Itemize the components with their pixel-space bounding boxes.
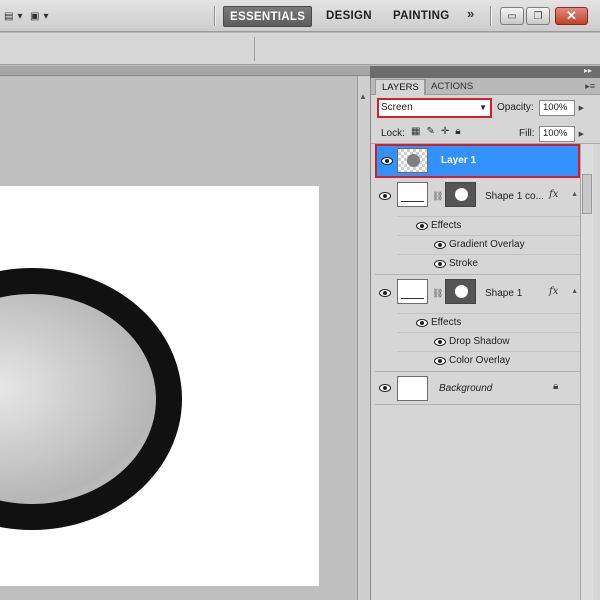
layer-row-shape-1-copy[interactable]: ⛓ Shape 1 co... fx ▲ Effects Gradient Ov… xyxy=(375,179,580,275)
screen-mode-icon: ▣ xyxy=(30,10,40,22)
link-chain-icon[interactable]: ⛓ xyxy=(432,191,443,202)
layer-thumbnail xyxy=(397,376,428,401)
visibility-eye-icon[interactable] xyxy=(376,189,394,203)
lock-label: Lock: xyxy=(381,128,405,139)
appbar-divider xyxy=(490,6,492,26)
layer-name[interactable]: Background xyxy=(439,383,492,394)
visibility-eye-icon[interactable] xyxy=(431,257,449,271)
panel-tabs: LAYERS ACTIONS ▸≡ xyxy=(371,78,600,95)
visibility-eye-icon[interactable] xyxy=(376,381,394,395)
lock-transparent-icon[interactable]: ▦ xyxy=(411,126,420,137)
layer-row-layer-1[interactable]: Layer 1 xyxy=(375,144,580,178)
screen-mode-dropdown[interactable]: ▣ ▾ xyxy=(30,7,48,25)
restore-icon: ❐ xyxy=(533,10,543,22)
fill-input[interactable]: 100% ▶ xyxy=(539,126,584,142)
tab-actions[interactable]: ACTIONS xyxy=(424,79,479,95)
lock-icon: 🔒︎ xyxy=(553,381,559,392)
blend-mode-select[interactable]: Screen ▼ xyxy=(377,98,492,118)
document-area xyxy=(0,76,370,600)
restore-button[interactable]: ❐ xyxy=(526,7,550,25)
effects-label: Effects xyxy=(431,317,462,328)
layer-name[interactable]: Layer 1 xyxy=(441,155,476,166)
effects-fx-icon[interactable]: fx xyxy=(549,286,558,297)
application-bar: ▤ ▾ ▣ ▾ ESSENTIALS DESIGN PAINTING » ▭ ❐ ✕ xyxy=(0,0,600,32)
layers-panel: LAYERS ACTIONS ▸≡ Screen ▼ Opacity: 100%… xyxy=(370,78,600,600)
chevron-down-icon: ▼ xyxy=(479,103,487,112)
effects-fx-icon[interactable]: fx xyxy=(549,189,558,200)
arrange-icon: ▤ xyxy=(4,10,14,22)
visibility-eye-icon[interactable] xyxy=(413,219,431,233)
arrange-documents-dropdown[interactable]: ▤ ▾ xyxy=(4,7,22,25)
effect-row-color-overlay[interactable]: Color Overlay xyxy=(397,351,580,370)
chevron-right-icon[interactable]: ▶ xyxy=(579,128,584,142)
opacity-value: 100% xyxy=(543,102,568,113)
scroll-up-icon[interactable]: ▲ xyxy=(359,92,367,101)
chevron-right-icon[interactable]: ▶ xyxy=(579,102,584,116)
layer-row-shape-1[interactable]: ⛓ Shape 1 fx ▲ Effects Drop Shadow Color… xyxy=(375,276,580,372)
minimize-button[interactable]: ▭ xyxy=(500,7,524,25)
visibility-eye-icon[interactable] xyxy=(376,286,394,300)
vector-mask-thumbnail xyxy=(445,182,476,207)
document-tab-strip xyxy=(0,66,370,76)
lock-all-icon[interactable]: 🔒︎ xyxy=(455,126,460,137)
workspace-essentials-button[interactable]: ESSENTIALS xyxy=(223,6,313,27)
workspace-painting-button[interactable]: PAINTING xyxy=(387,6,456,27)
document-vertical-scrollbar[interactable]: ▲ xyxy=(357,76,370,600)
lock-position-icon[interactable]: ✛ xyxy=(441,126,449,137)
fill-value: 100% xyxy=(543,128,568,139)
layer-row-background[interactable]: Background 🔒︎ xyxy=(375,373,580,405)
effect-name: Stroke xyxy=(449,258,478,269)
more-workspaces-button[interactable]: » xyxy=(467,6,474,21)
chevron-down-icon: ▾ xyxy=(43,10,49,22)
black-ring-shape xyxy=(0,268,182,530)
layers-panel-scrollbar[interactable] xyxy=(580,144,593,600)
visibility-eye-icon[interactable] xyxy=(431,335,449,349)
collapse-panels-icon[interactable]: ▸▸ xyxy=(584,66,592,75)
effect-row-drop-shadow[interactable]: Drop Shadow xyxy=(397,332,580,351)
vector-mask-thumbnail xyxy=(445,279,476,304)
blend-mode-value: Screen xyxy=(381,102,413,113)
effects-group-row[interactable]: Effects xyxy=(397,313,580,332)
tab-layers[interactable]: LAYERS xyxy=(375,79,426,95)
layer-thumbnail xyxy=(397,182,428,207)
layer-thumbnail xyxy=(397,279,428,304)
effect-row-stroke[interactable]: Stroke xyxy=(397,254,580,273)
effects-label: Effects xyxy=(431,220,462,231)
effects-group-row[interactable]: Effects xyxy=(397,216,580,235)
effect-name: Color Overlay xyxy=(449,355,511,366)
fill-label: Fill: xyxy=(519,128,535,139)
scrollbar-thumb[interactable] xyxy=(582,174,592,214)
layer-thumbnail xyxy=(397,148,428,173)
layer-name[interactable]: Shape 1 xyxy=(485,288,522,299)
canvas[interactable] xyxy=(0,186,319,586)
panel-menu-icon[interactable]: ▸≡ xyxy=(585,81,595,92)
effect-name: Drop Shadow xyxy=(449,336,510,347)
visibility-eye-icon[interactable] xyxy=(378,154,396,168)
opacity-input[interactable]: 100% ▶ xyxy=(539,100,584,116)
collapse-effects-icon[interactable]: ▲ xyxy=(571,191,578,198)
effect-row-gradient-overlay[interactable]: Gradient Overlay xyxy=(397,235,580,254)
visibility-eye-icon[interactable] xyxy=(431,238,449,252)
collapse-effects-icon[interactable]: ▲ xyxy=(571,288,578,295)
lock-image-icon[interactable]: ✎ xyxy=(426,126,434,137)
appbar-divider xyxy=(214,6,216,26)
lock-options: ▦ ✎ ✛ 🔒︎ xyxy=(411,126,461,137)
visibility-eye-icon[interactable] xyxy=(431,354,449,368)
workspace-design-button[interactable]: DESIGN xyxy=(320,6,378,27)
visibility-eye-icon[interactable] xyxy=(413,316,431,330)
layer-name[interactable]: Shape 1 co... xyxy=(485,191,544,202)
close-icon: ✕ xyxy=(566,8,577,23)
options-divider xyxy=(254,37,255,61)
panel-dock-header: ▸▸ xyxy=(370,66,600,78)
link-chain-icon[interactable]: ⛓ xyxy=(432,288,443,299)
close-button[interactable]: ✕ xyxy=(555,7,588,25)
effect-name: Gradient Overlay xyxy=(449,239,525,250)
options-bar xyxy=(0,33,600,65)
minimize-icon: ▭ xyxy=(507,10,517,22)
metallic-disc-shape xyxy=(0,294,156,504)
chevron-down-icon: ▾ xyxy=(17,10,23,22)
opacity-label: Opacity: xyxy=(497,102,534,113)
